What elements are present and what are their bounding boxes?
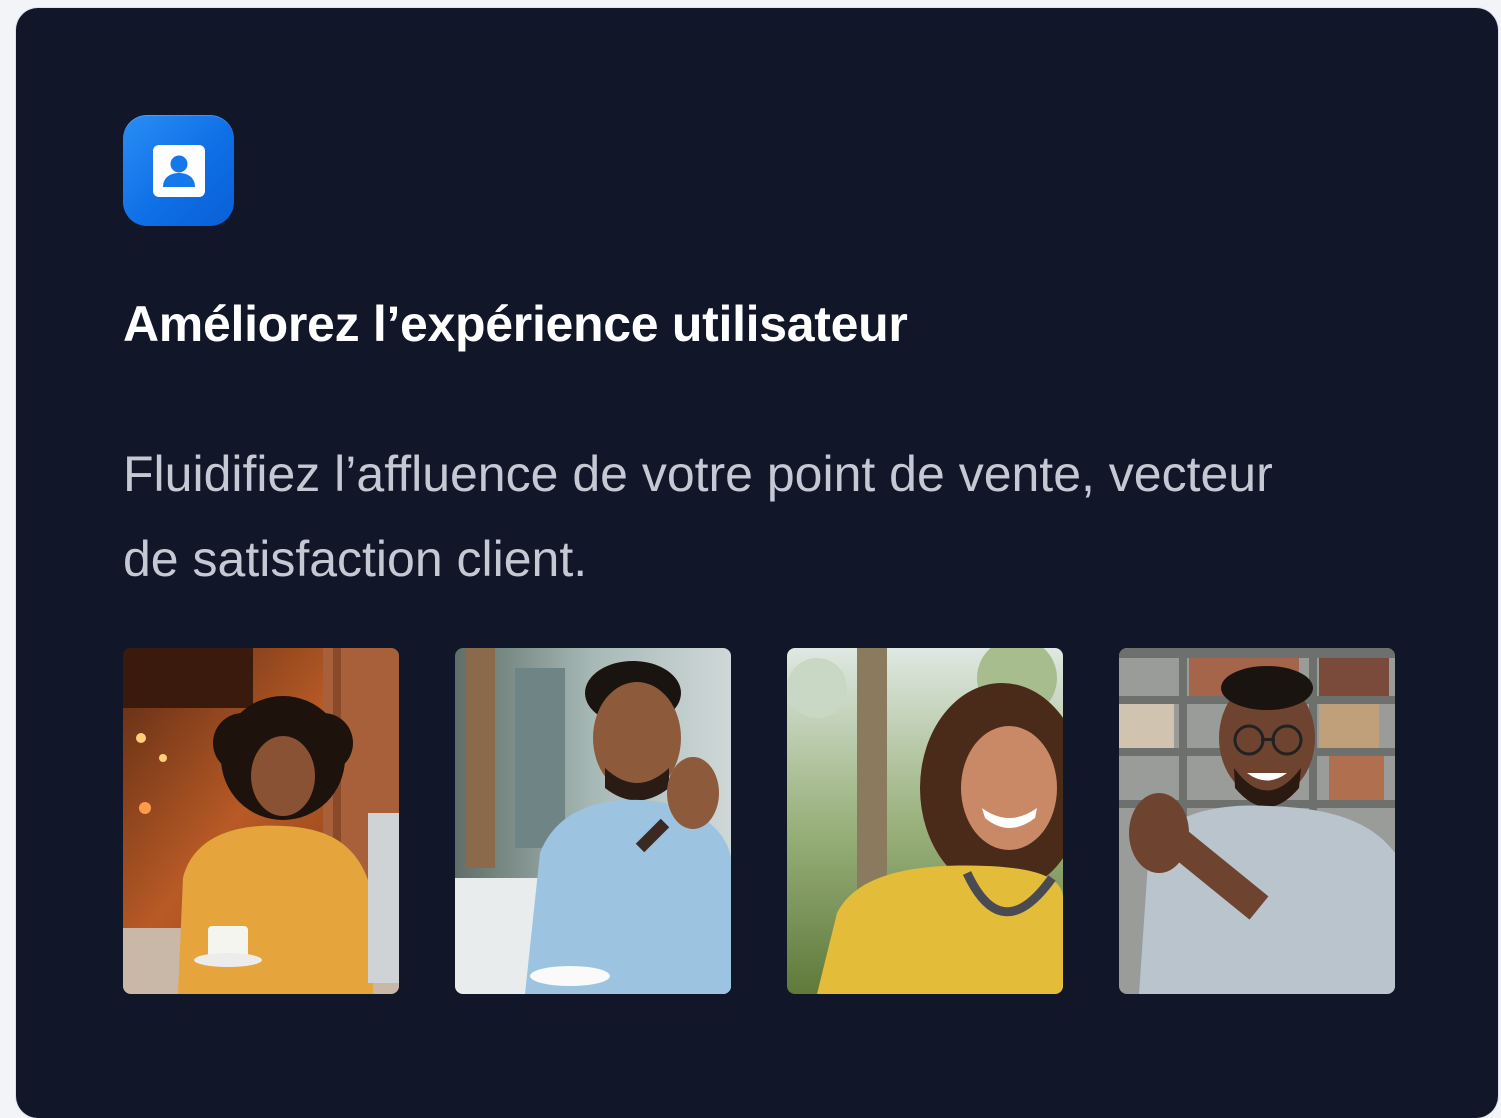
- photo-woman-smiling-outdoors: [787, 648, 1063, 994]
- photo-man-glasses-bookshelf: [1119, 648, 1395, 994]
- feature-title: Améliorez l’expérience utilisateur: [123, 296, 908, 352]
- photo-strip: [123, 648, 1395, 994]
- photo-woman-laptop-cafe: [123, 648, 399, 994]
- photo-man-smiling-hand-chin: [455, 648, 731, 994]
- feature-card: Améliorez l’expérience utilisateur Fluid…: [16, 8, 1498, 1118]
- contact-card-icon: [123, 115, 234, 226]
- feature-description: Fluidifiez l’affluence de votre point de…: [123, 446, 1273, 587]
